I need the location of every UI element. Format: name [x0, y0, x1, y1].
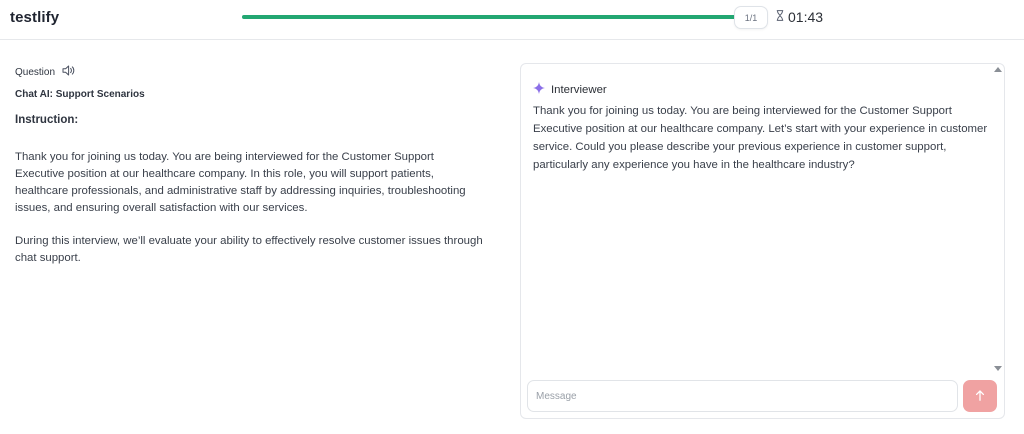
timer-text: 01:43 [788, 9, 824, 25]
scroll-down-arrow[interactable] [994, 366, 1002, 371]
sender-name: Interviewer [551, 84, 607, 96]
progress-bar [242, 15, 742, 19]
progress-fill [242, 15, 742, 19]
scroll-up-arrow[interactable] [994, 67, 1002, 72]
question-header: Question [15, 63, 75, 81]
top-bar: testlify 1/1 01:43 [0, 0, 1024, 40]
logo: testlify [10, 9, 60, 26]
speaker-icon[interactable] [62, 63, 75, 81]
question-title: Chat AI: Support Scenarios [15, 89, 145, 100]
instruction-paragraph: Thank you for joining us today. You are … [15, 151, 466, 214]
instruction-paragraph: During this interview, we’ll evaluate yo… [15, 235, 483, 264]
chat-message: Thank you for joining us today. You are … [533, 105, 988, 171]
instruction-label: Instruction: [15, 114, 79, 126]
hourglass-icon [776, 8, 784, 26]
send-button[interactable] [963, 380, 997, 412]
chat-panel: Interviewer Thank you for joining us tod… [520, 63, 1005, 419]
timer: 01:43 [776, 8, 823, 26]
sparkle-icon [533, 81, 545, 99]
question-label: Question [15, 66, 56, 78]
arrow-up-icon [975, 389, 985, 404]
message-input[interactable] [527, 380, 958, 412]
message-sender: Interviewer [533, 81, 607, 99]
page-indicator: 1/1 [734, 6, 768, 29]
